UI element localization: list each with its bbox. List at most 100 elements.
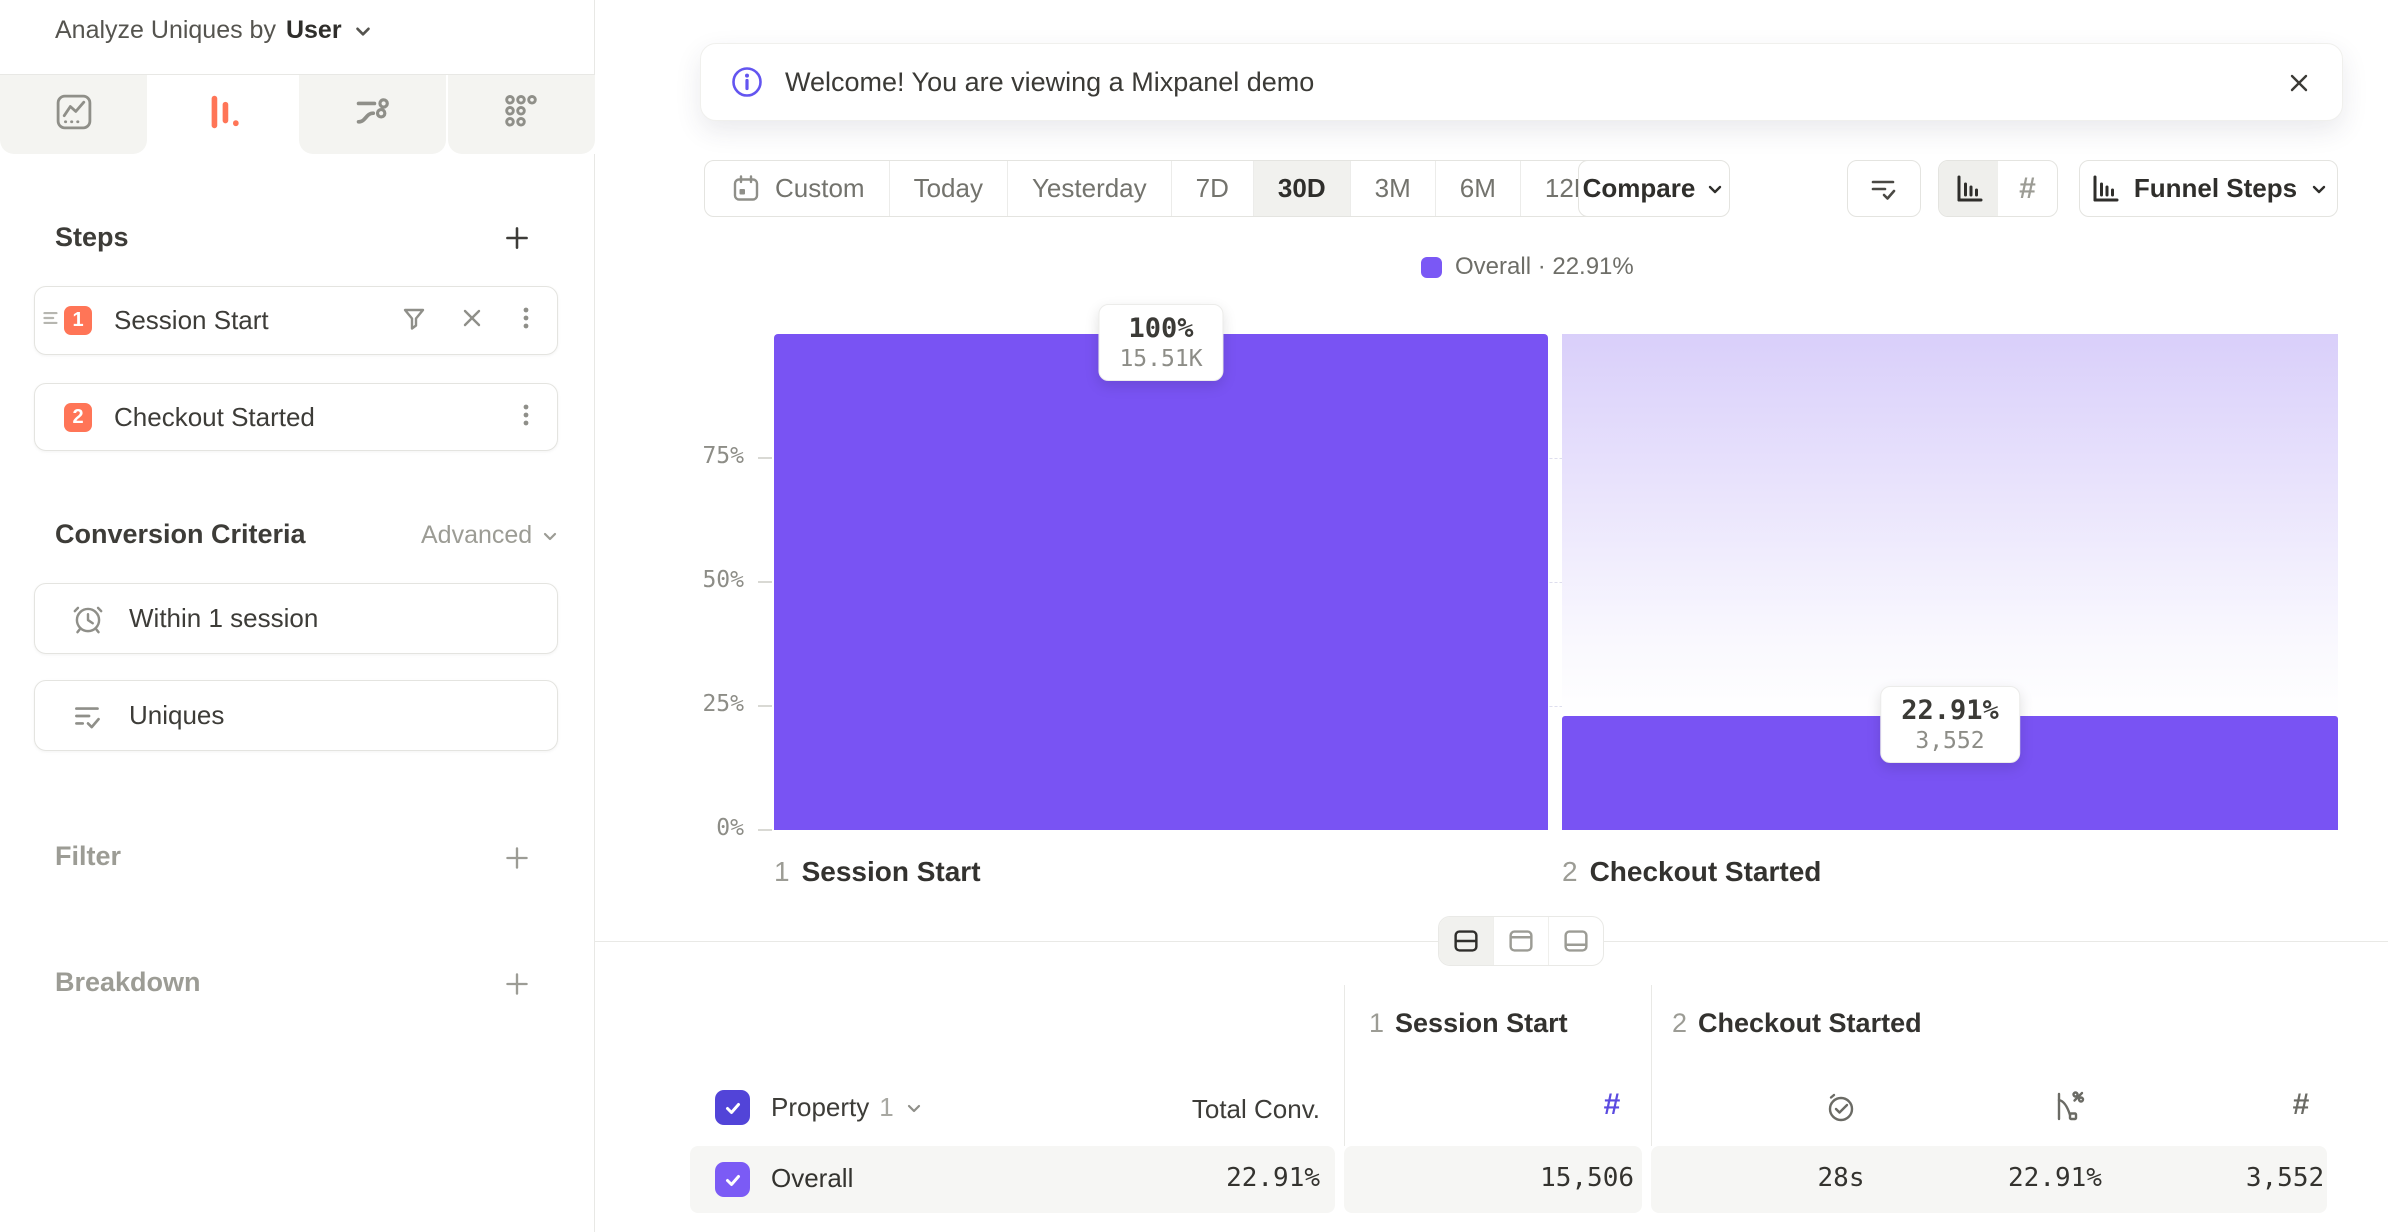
date-range-custom[interactable]: Custom — [705, 161, 889, 216]
compare-label: Compare — [1583, 173, 1696, 204]
row-conv-rate: 22.91% — [1955, 1163, 2155, 1193]
analyze-by-value[interactable]: User — [286, 16, 342, 45]
select-all-checkbox[interactable] — [715, 1090, 750, 1125]
bar-chart-toggle[interactable] — [1939, 161, 1998, 216]
layout-chart-toggle[interactable] — [1493, 917, 1548, 965]
property-label: Property — [771, 1092, 869, 1123]
compare-button[interactable]: Compare — [1578, 160, 1730, 217]
bar-chart-icon — [1952, 172, 1986, 206]
add-step-button[interactable] — [497, 218, 537, 258]
date-range-yesterday[interactable]: Yesterday — [1007, 161, 1171, 216]
legend-label: Overall · 22.91% — [1455, 253, 1634, 281]
list-check-icon — [69, 697, 107, 735]
advanced-dropdown[interactable]: Advanced — [421, 521, 560, 550]
chart-view-label: Funnel Steps — [2134, 173, 2297, 204]
y-axis-label: 25% — [644, 691, 744, 717]
y-axis-label: 75% — [644, 443, 744, 469]
x-axis-label-step-1: 1 Session Start — [774, 856, 981, 888]
remove-step-icon[interactable] — [457, 303, 487, 338]
sidebar: Analyze Uniques by User — [0, 0, 595, 1232]
axis-tick — [758, 829, 772, 831]
conversion-rate-metric-icon[interactable] — [2051, 1088, 2089, 1126]
step-number-badge: 1 — [64, 306, 92, 335]
step-menu-kebab-icon[interactable] — [513, 305, 539, 336]
add-breakdown-button[interactable] — [497, 964, 537, 1004]
tab-insights[interactable] — [0, 75, 147, 154]
report-type-tabs — [0, 74, 595, 154]
filter-step-icon[interactable] — [397, 301, 431, 340]
metric-type-button[interactable] — [1847, 160, 1921, 217]
insights-icon — [52, 90, 96, 139]
step-label[interactable]: Session Start — [114, 305, 269, 336]
counting-method-label[interactable]: Uniques — [129, 700, 224, 731]
funnel-chart: 75% 50% 25% 0% 100% 15.51K 22.91% 3,552 … — [774, 334, 2338, 830]
table-step-header-2: 2 Checkout Started — [1672, 1008, 1922, 1039]
x-axis-label-step-2: 2 Checkout Started — [1562, 856, 1821, 888]
tooltip-pct: 100% — [1119, 313, 1202, 344]
property-index: 1 — [879, 1092, 893, 1123]
tab-flows[interactable] — [299, 75, 446, 154]
step-number: 2 — [1562, 856, 1578, 888]
row-checkbox[interactable] — [715, 1162, 750, 1197]
tooltip-pct: 22.91% — [1901, 695, 1999, 726]
layout-table-toggle[interactable] — [1548, 917, 1603, 965]
date-range-picker: Custom Today Yesterday 7D 30D 3M 6M 12M — [704, 160, 1620, 217]
list-check-icon — [1866, 171, 1902, 207]
step-card-2[interactable]: 2 Checkout Started — [34, 383, 558, 451]
step-label[interactable]: Checkout Started — [114, 402, 315, 433]
alarm-clock-icon — [69, 600, 107, 638]
funnel-dropoff-gradient — [1562, 334, 2338, 716]
y-axis-label: 0% — [644, 815, 744, 841]
property-column-header[interactable]: Property 1 — [771, 1092, 924, 1123]
step-menu-kebab-icon[interactable] — [513, 402, 539, 433]
conversion-window-label[interactable]: Within 1 session — [129, 603, 318, 634]
panel-layout-toggle — [1438, 916, 1604, 966]
date-range-30d[interactable]: 30D — [1253, 161, 1350, 216]
calendar-icon — [729, 172, 763, 206]
tooltip-step-1: 100% 15.51K — [1098, 304, 1223, 381]
hash-icon: # — [2019, 172, 2036, 206]
step-card-1[interactable]: 1 Session Start — [34, 286, 558, 355]
date-range-custom-label: Custom — [775, 173, 865, 204]
layout-split-toggle[interactable] — [1439, 917, 1493, 965]
drag-handle-icon[interactable] — [39, 306, 63, 335]
tab-retention[interactable] — [448, 75, 595, 154]
step-name: Checkout Started — [1698, 1008, 1922, 1039]
close-icon[interactable] — [2282, 66, 2316, 100]
tab-funnels[interactable] — [149, 75, 296, 154]
date-range-3m[interactable]: 3M — [1350, 161, 1435, 216]
analyze-by-control[interactable]: Analyze Uniques by User — [55, 16, 374, 45]
table-column-divider — [1651, 985, 1652, 1146]
funnel-bars-icon — [201, 90, 245, 139]
step-name: Session Start — [1395, 1008, 1568, 1039]
date-range-today[interactable]: Today — [889, 161, 1007, 216]
add-filter-button[interactable] — [497, 838, 537, 878]
analyze-by-label: Analyze Uniques by — [55, 16, 276, 45]
banner-message: Welcome! You are viewing a Mixpanel demo — [785, 67, 1314, 98]
count-metric-icon[interactable]: # — [1594, 1088, 1630, 1122]
date-range-label: Yesterday — [1032, 173, 1147, 204]
row-count: 3,552 — [2185, 1163, 2385, 1193]
filter-section-title: Filter — [55, 841, 121, 872]
axis-tick — [758, 457, 772, 459]
table-column-divider — [1344, 985, 1345, 1146]
chart-view-dropdown[interactable]: Funnel Steps — [2079, 160, 2338, 217]
table-step-header-1: 1 Session Start — [1369, 1008, 1568, 1039]
number-toggle[interactable]: # — [1998, 161, 2057, 216]
row-total-conv: 22.91% — [1120, 1163, 1320, 1193]
steps-title: Steps — [55, 222, 129, 253]
legend-swatch — [1421, 257, 1442, 278]
chevron-down-icon — [2309, 179, 2329, 199]
chevron-down-icon — [1705, 179, 1725, 199]
counting-method-card[interactable]: Uniques — [34, 680, 558, 751]
chart-legend[interactable]: Overall · 22.91% — [1421, 253, 1634, 281]
date-range-6m[interactable]: 6M — [1435, 161, 1520, 216]
funnel-bar-step-1[interactable] — [774, 334, 1548, 830]
axis-tick — [758, 705, 772, 707]
avg-time-metric-icon[interactable] — [1822, 1088, 1860, 1126]
date-range-7d[interactable]: 7D — [1171, 161, 1253, 216]
conversion-window-card[interactable]: Within 1 session — [34, 583, 558, 654]
value-display-segment: # — [1938, 160, 2058, 217]
count-metric-icon[interactable]: # — [2283, 1088, 2319, 1122]
info-icon — [727, 62, 767, 102]
